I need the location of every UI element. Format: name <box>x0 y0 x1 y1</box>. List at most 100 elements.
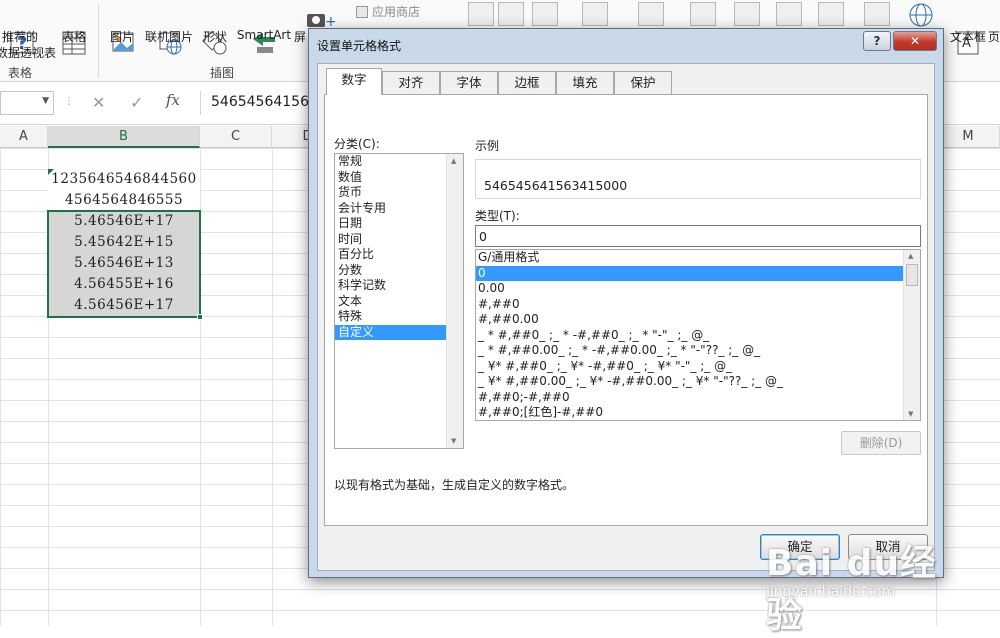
selection-border <box>47 210 201 318</box>
chart-icon[interactable] <box>498 2 524 26</box>
tab-alignment[interactable]: 对齐 <box>382 71 440 94</box>
column-header-a[interactable]: A <box>0 126 48 148</box>
sparkline-line-icon[interactable] <box>690 2 716 26</box>
list-item[interactable]: 科学记数 <box>335 278 463 294</box>
sparkline-winloss-icon[interactable] <box>776 2 802 26</box>
recommended-chart-icon[interactable] <box>468 2 494 26</box>
gridline <box>272 148 273 626</box>
table-label: 表格 <box>61 30 86 44</box>
group-separator <box>98 4 99 78</box>
format-code-list[interactable]: G/通用格式 0 0.00 #,##0 #,##0.00 _ * #,##0_ … <box>475 249 921 421</box>
app-store-button[interactable]: 应用商店 <box>356 3 420 20</box>
list-item[interactable]: 百分比 <box>335 247 463 263</box>
textbox-button[interactable]: A 文本框 <box>950 0 986 60</box>
category-list[interactable]: 常规 数值 货币 会计专用 日期 时间 百分比 分数 科学记数 文本 特殊 自定… <box>334 153 464 449</box>
slicer-icon[interactable] <box>818 2 844 26</box>
type-input[interactable]: 0 <box>475 225 921 247</box>
screenshot-label[interactable]: 屏 <box>294 28 306 45</box>
sample-value: 546545641563415000 <box>484 178 628 193</box>
type-label: 类型(T): <box>475 209 520 223</box>
list-item[interactable]: 数值 <box>335 170 463 186</box>
screenshot-camera-icon[interactable]: + <box>305 8 337 30</box>
sample-label: 示例 <box>475 139 500 153</box>
format-scrollbar[interactable]: ▲ ▼ <box>903 250 920 420</box>
sample-box: 546545641563415000 <box>475 159 921 199</box>
list-item[interactable]: _ * #,##0_ ;_ * -#,##0_ ;_ * "-"_ ;_ @_ <box>476 328 920 344</box>
hyperlink-icon[interactable] <box>906 2 936 30</box>
format-cells-dialog: 设置单元格格式 ? ✕ 数字 对齐 字体 边框 填充 保护 分类(C): 常规 … <box>308 28 944 578</box>
pivot-label-1: 推荐的 <box>2 30 39 44</box>
scroll-down-icon[interactable]: ▼ <box>908 410 913 418</box>
scroll-up-icon[interactable]: ▲ <box>908 252 913 260</box>
tab-panel: 分类(C): 常规 数值 货币 会计专用 日期 时间 百分比 分数 科学记数 文… <box>324 94 928 526</box>
chevron-down-icon[interactable]: ▼ <box>42 96 49 106</box>
more-dots-icon: ⋮ <box>64 96 74 107</box>
fill-handle[interactable] <box>197 314 203 320</box>
confirm-check-icon[interactable]: ✓ <box>130 93 143 112</box>
smartart-button[interactable]: SmartArt <box>236 0 292 60</box>
category-label: 分类(C): <box>334 137 380 151</box>
tab-number[interactable]: 数字 <box>326 68 382 95</box>
category-scrollbar[interactable]: ▲ ▼ <box>446 154 463 448</box>
column-header-b[interactable]: B <box>48 126 200 148</box>
watermark-url: jingyan.baidu.com <box>766 584 896 600</box>
table-button[interactable]: 表格 <box>54 0 94 60</box>
baidu-watermark: Bai du经验 jingyan.baidu.com <box>760 530 960 636</box>
filter-icon[interactable] <box>864 2 890 26</box>
smartart-label: SmartArt <box>236 28 292 42</box>
chart-small-icon[interactable] <box>532 2 558 26</box>
tab-protection[interactable]: 保护 <box>614 71 672 94</box>
list-item[interactable]: 特殊 <box>335 309 463 325</box>
dialog-body: 数字 对齐 字体 边框 填充 保护 分类(C): 常规 数值 货币 会计专用 日… <box>317 63 935 571</box>
list-item-selected[interactable]: 0 <box>476 265 904 281</box>
scroll-down-icon[interactable]: ▼ <box>451 437 456 445</box>
online-picture-label: 联机图片 <box>144 30 193 44</box>
cell-b2[interactable]: 1235646546844560 <box>48 169 200 190</box>
map-icon[interactable] <box>638 2 664 26</box>
list-item[interactable]: #,##0 <box>476 297 920 313</box>
pivot-chart-icon[interactable] <box>582 2 608 26</box>
list-item[interactable]: #,##0;[红色]-#,##0 <box>476 405 920 420</box>
list-item[interactable]: _ ¥* #,##0_ ;_ ¥* -#,##0_ ;_ ¥* "-"_ ;_ … <box>476 359 920 375</box>
list-item[interactable]: _ ¥* #,##0.00_ ;_ ¥* -#,##0.00_ ;_ ¥* "-… <box>476 374 920 390</box>
function-fx-icon[interactable]: fx <box>166 91 180 109</box>
group-tables-label: 表格 <box>8 66 33 80</box>
delete-button[interactable]: 删除(D) <box>841 431 921 455</box>
shapes-button[interactable]: 形状 <box>198 0 232 60</box>
list-item[interactable]: 会计专用 <box>335 201 463 217</box>
tab-fill[interactable]: 填充 <box>556 71 614 94</box>
list-item[interactable]: 0.00 <box>476 281 920 297</box>
name-box[interactable]: ▼ <box>0 91 54 115</box>
list-item[interactable]: 常规 <box>335 154 463 170</box>
list-item[interactable]: _ * #,##0.00_ ;_ * -#,##0.00_ ;_ * "-"??… <box>476 343 920 359</box>
scroll-thumb[interactable] <box>906 264 918 286</box>
tab-border[interactable]: 边框 <box>498 71 556 94</box>
header-footer-label[interactable]: 页 <box>988 28 1000 45</box>
formula-input[interactable]: 5465456415634 <box>200 91 310 115</box>
list-item[interactable]: 时间 <box>335 232 463 248</box>
close-button[interactable]: ✕ <box>893 31 937 51</box>
app-store-label: 应用商店 <box>372 5 421 19</box>
scroll-up-icon[interactable]: ▲ <box>451 157 456 165</box>
column-header-c[interactable]: C <box>200 126 272 148</box>
list-item[interactable]: 分数 <box>335 263 463 279</box>
list-item-selected[interactable]: 自定义 <box>335 324 446 340</box>
help-button[interactable]: ? <box>863 31 891 51</box>
picture-button[interactable]: 图片 <box>104 0 140 60</box>
shapes-label: 形状 <box>202 30 227 44</box>
store-icon <box>356 5 368 18</box>
online-picture-button[interactable]: 联机图片 <box>142 0 196 60</box>
list-item[interactable]: G/通用格式 <box>476 250 920 266</box>
list-item[interactable]: #,##0.00 <box>476 312 920 328</box>
list-item[interactable]: 文本 <box>335 294 463 310</box>
list-item[interactable]: 货币 <box>335 185 463 201</box>
group-illustrations-label: 插图 <box>210 66 235 80</box>
cancel-x-icon[interactable]: ✕ <box>92 93 105 112</box>
sparkline-column-icon[interactable] <box>734 2 760 26</box>
column-header-m[interactable]: M <box>936 126 1000 148</box>
list-item[interactable]: 日期 <box>335 216 463 232</box>
list-item[interactable]: #,##0;-#,##0 <box>476 390 920 406</box>
tab-font[interactable]: 字体 <box>440 71 498 94</box>
cell-b3[interactable]: 4564564846555 <box>48 190 200 211</box>
error-indicator-icon[interactable] <box>48 169 54 175</box>
